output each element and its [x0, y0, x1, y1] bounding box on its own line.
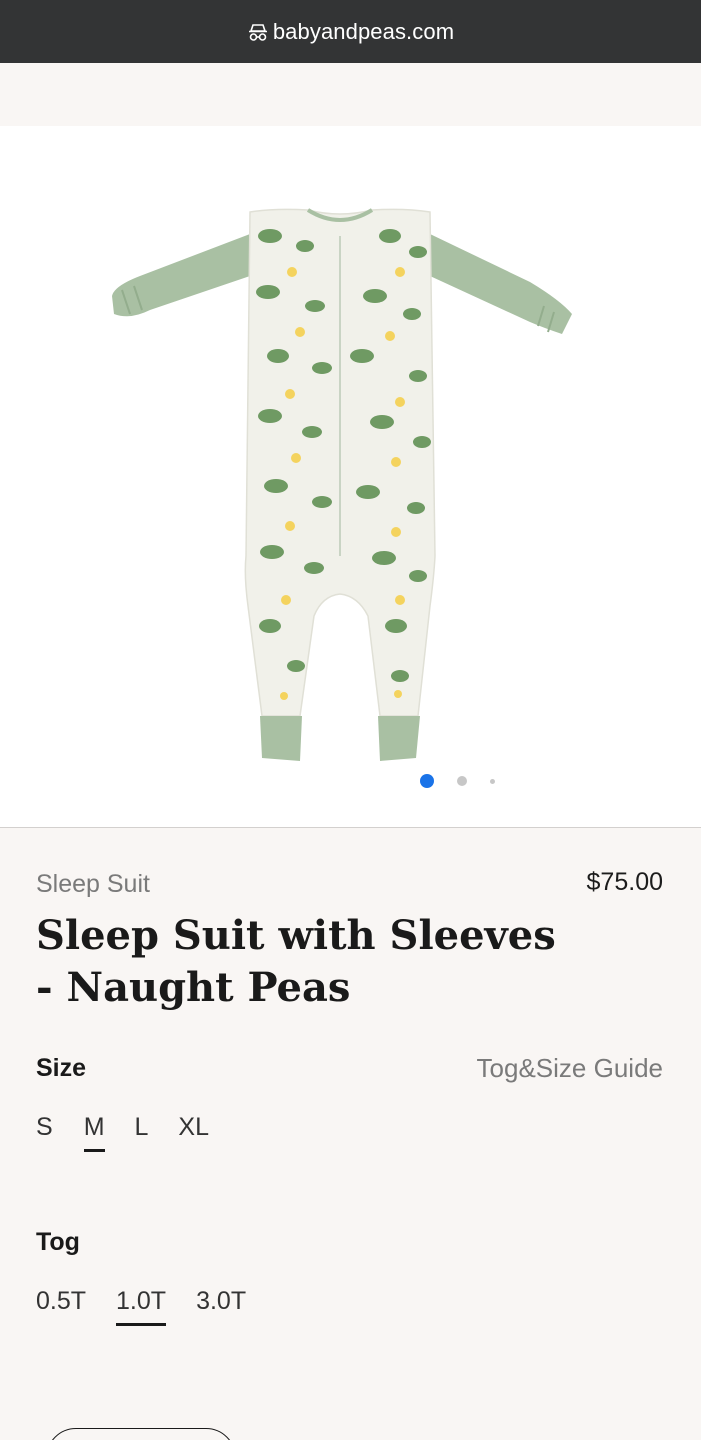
product-title-line2: - Naught Peas: [36, 964, 351, 1011]
tog-label: Tog: [36, 1228, 80, 1256]
size-options: S M L XL: [36, 1113, 209, 1152]
browser-url-bar[interactable]: babyandpeas.com: [0, 0, 701, 63]
tog-option-1-0[interactable]: 1.0T: [116, 1287, 167, 1326]
size-option-xl[interactable]: XL: [178, 1113, 209, 1152]
quantity-control[interactable]: [46, 1428, 236, 1440]
carousel-dot-3[interactable]: [490, 778, 495, 784]
tog-size-guide-link[interactable]: Tog&Size Guide: [477, 1053, 663, 1084]
product-category: Sleep Suit: [36, 870, 150, 898]
product-title: Sleep Suit with Sleeves - Naught Peas: [36, 910, 596, 1014]
size-option-m[interactable]: M: [83, 1113, 105, 1152]
size-option-s[interactable]: S: [36, 1113, 53, 1152]
incognito-icon: [247, 21, 269, 43]
product-title-line1: Sleep Suit with Sleeves: [36, 912, 556, 959]
url-text: babyandpeas.com: [272, 18, 455, 44]
carousel-indicator[interactable]: [420, 774, 518, 788]
tog-option-0-5[interactable]: 0.5T: [36, 1287, 86, 1326]
tog-option-3-0[interactable]: 3.0T: [196, 1287, 246, 1326]
product-image: [112, 208, 572, 761]
size-label: Size: [36, 1054, 87, 1082]
site-header-band: [0, 63, 701, 126]
size-option-l[interactable]: L: [135, 1113, 149, 1152]
tog-options: 0.5T 1.0T 3.0T: [36, 1287, 246, 1326]
product-gallery[interactable]: [0, 126, 701, 828]
carousel-dot-1[interactable]: [420, 774, 434, 788]
product-price: $75.00: [586, 868, 663, 896]
carousel-dot-2[interactable]: [457, 776, 467, 786]
